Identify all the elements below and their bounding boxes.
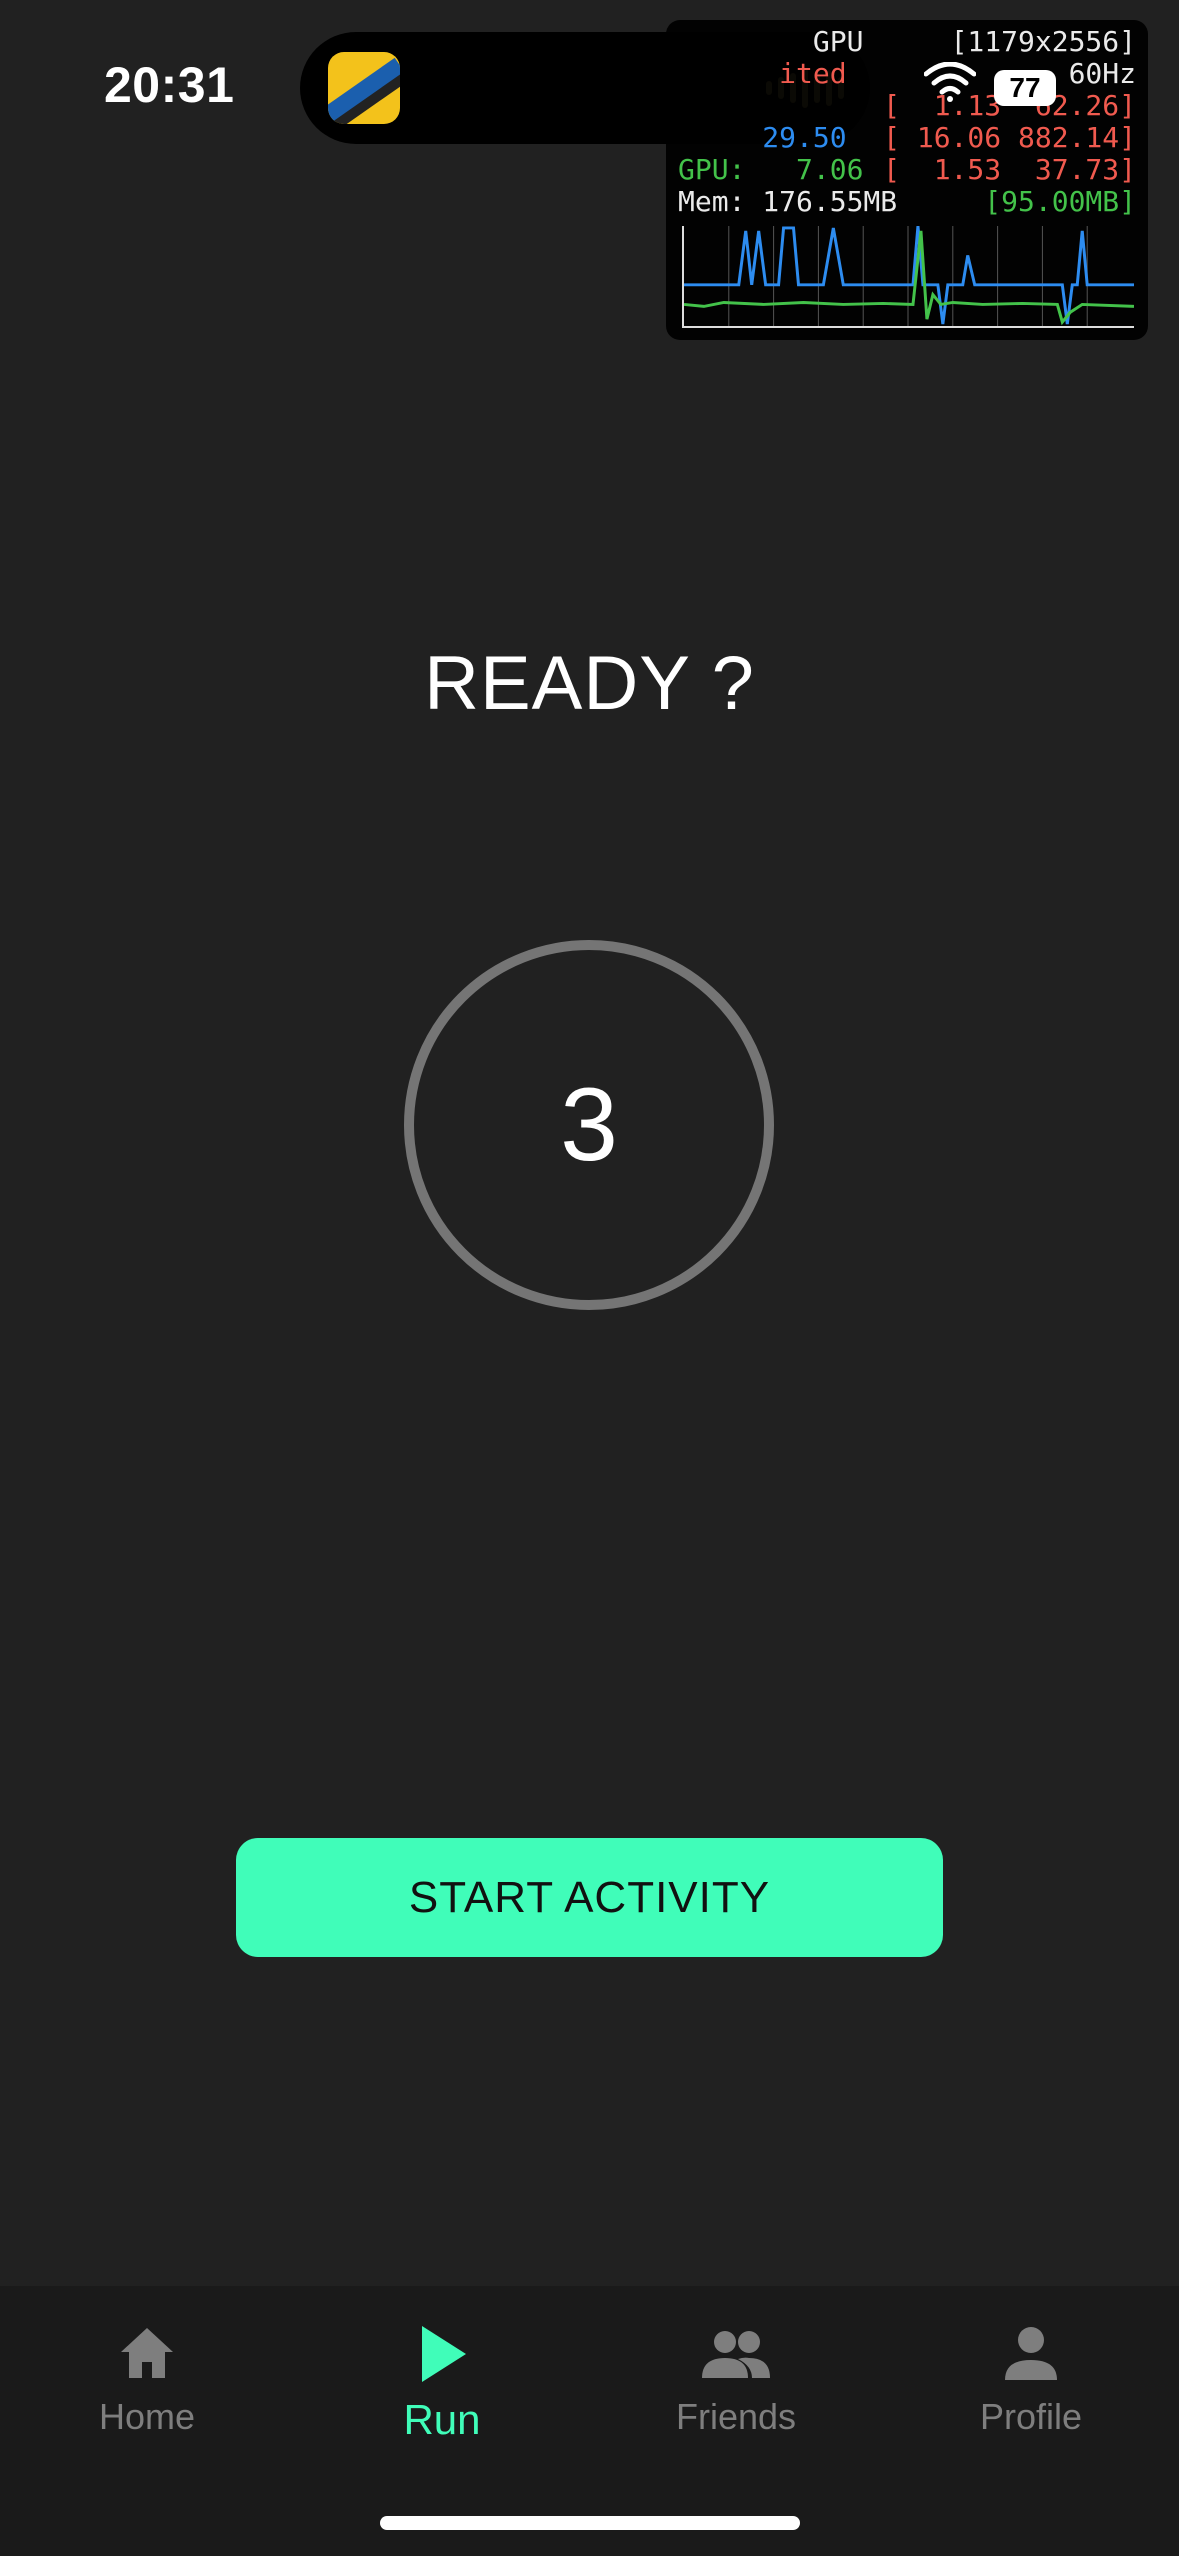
nav-label-run: Run [403, 2396, 481, 2443]
nav-label-profile: Profile [979, 2396, 1083, 2437]
play-icon [422, 2326, 466, 2382]
battery-indicator: 77 [994, 70, 1056, 106]
performance-hud: GPU [1179x2556] ited 60Hz [ 1.13 62.26] 29… [666, 20, 1148, 340]
profile-icon [1005, 2327, 1057, 2380]
hud-line: [ 1.13 62.26] [883, 89, 1136, 122]
start-activity-button[interactable]: START ACTIVITY [236, 1838, 943, 1957]
hud-line: ited 60Hz [678, 57, 1136, 90]
app-icon [328, 52, 400, 124]
hud-graph [682, 226, 1134, 328]
nav-item-run[interactable]: Run [332, 2322, 552, 2444]
nav-item-friends[interactable]: Friends [626, 2322, 846, 2438]
home-icon [121, 2328, 173, 2378]
nav-label-home: Home [98, 2396, 196, 2437]
countdown-timer: 3 [404, 940, 774, 1310]
status-time: 20:31 [104, 57, 235, 113]
page-title: READY ? [424, 641, 755, 726]
hud-line: GPU [1179x2556] [678, 25, 1136, 58]
hud-line: 29.50[ 16.06 882.14] [678, 121, 1136, 154]
hud-line: GPU: 7.06[ 1.53 37.73] [678, 153, 1136, 186]
wifi-icon [924, 62, 976, 102]
hud-line: Mem: 176.55MB [95.00MB] [678, 185, 1136, 218]
friends-icon [702, 2331, 770, 2378]
nav-item-home[interactable]: Home [37, 2322, 257, 2438]
home-indicator[interactable] [380, 2516, 800, 2530]
nav-label-friends: Friends [675, 2396, 797, 2437]
nav-item-profile[interactable]: Profile [921, 2322, 1141, 2438]
